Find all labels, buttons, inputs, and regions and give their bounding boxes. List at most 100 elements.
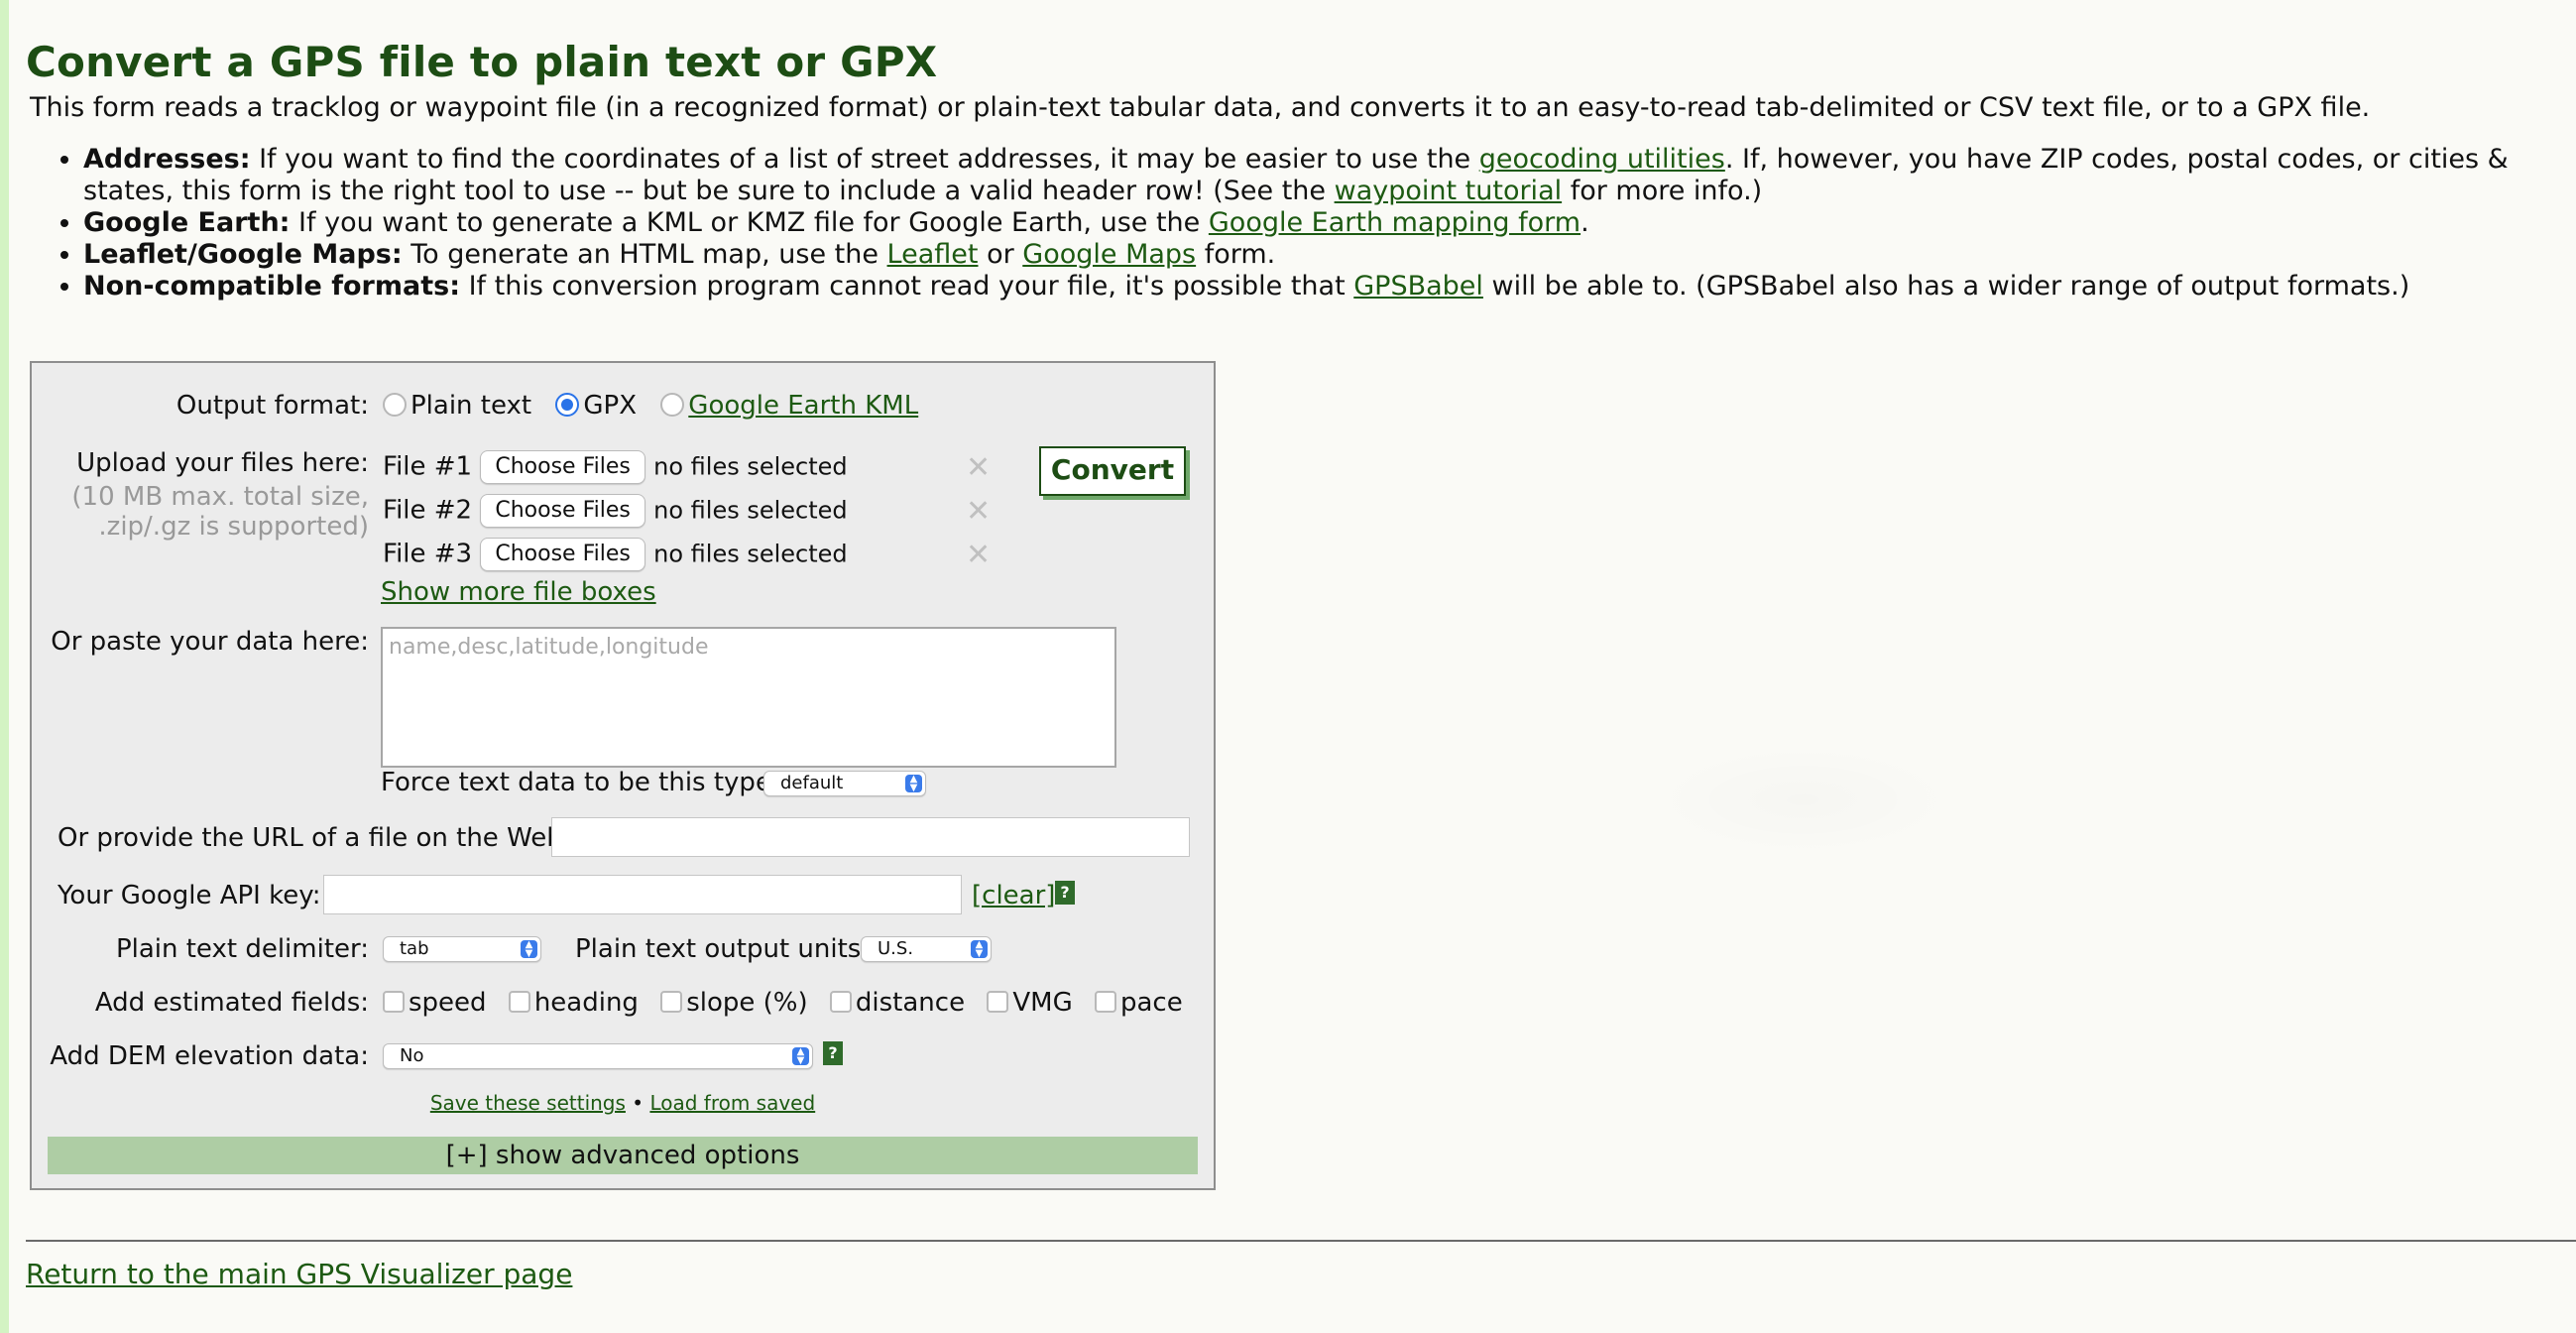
checkbox[interactable] xyxy=(1094,990,1116,1013)
checkbox-slope[interactable]: slope (%) xyxy=(660,988,808,1018)
waypoint-tutorial-link[interactable]: waypoint tutorial xyxy=(1335,176,1563,206)
units-label: Plain text output units: xyxy=(575,934,871,964)
output-format-options: Plain text GPX Google Earth KML xyxy=(383,391,918,421)
checkbox-label: VMG xyxy=(1012,988,1073,1018)
google-earth-kml-link[interactable]: Google Earth KML xyxy=(688,391,918,421)
page-title: Convert a GPS file to plain text or GPX xyxy=(26,38,938,86)
paste-data-textarea[interactable]: name,desc,latitude,longitude xyxy=(381,627,1116,768)
upload-hint-size: (10 MB max. total size, xyxy=(71,482,369,512)
select-value: default xyxy=(780,773,844,793)
checkbox[interactable] xyxy=(987,990,1009,1013)
delimiter-select[interactable]: tab ▲ ▼ xyxy=(383,936,541,962)
leaflet-link[interactable]: Leaflet xyxy=(887,239,979,270)
checkbox[interactable] xyxy=(383,990,405,1013)
checkbox-label: distance xyxy=(855,988,966,1018)
select-arrows-icon: ▲ ▼ xyxy=(971,940,988,959)
note-text: for more info.) xyxy=(1562,176,1763,206)
file-label: File #2 xyxy=(383,495,473,526)
note-label: Leaflet/Google Maps: xyxy=(83,239,403,270)
file-label: File #3 xyxy=(383,539,473,569)
units-select[interactable]: U.S. ▲ ▼ xyxy=(861,936,992,962)
google-earth-form-link[interactable]: Google Earth mapping form xyxy=(1209,207,1581,238)
radio-gpx[interactable]: GPX xyxy=(555,391,637,421)
checkbox-vmg[interactable]: VMG xyxy=(987,988,1073,1018)
upload-label: Upload your files here: xyxy=(76,448,369,478)
note-text: . xyxy=(1581,207,1589,238)
convert-button[interactable]: Convert xyxy=(1039,446,1186,496)
dem-select[interactable]: No ▲ ▼ xyxy=(383,1043,813,1069)
checkbox-pace[interactable]: pace xyxy=(1094,988,1183,1018)
file-label: File #1 xyxy=(383,451,473,482)
note-text: If this conversion program cannot read y… xyxy=(460,271,1354,302)
api-key-label: Your Google API key: xyxy=(58,881,321,910)
file-status: no files selected xyxy=(653,452,848,481)
note-non-compatible: Non-compatible formats: If this conversi… xyxy=(83,271,2534,303)
api-key-help-icon[interactable]: ? xyxy=(1055,881,1075,905)
radio-label: GPX xyxy=(583,391,638,421)
estimated-fields-options: speed heading slope (%) distance VMG pac… xyxy=(383,988,1183,1018)
file-row-1: File #1 Choose Files no files selected xyxy=(383,450,848,484)
force-type-label: Force text data to be this type: xyxy=(381,768,780,797)
note-label: Google Earth: xyxy=(83,207,291,238)
delimiter-label: Plain text delimiter: xyxy=(115,934,369,964)
note-leaflet-google-maps: Leaflet/Google Maps: To generate an HTML… xyxy=(83,239,2534,271)
radio-label: Plain text xyxy=(410,391,532,421)
checkbox-label: pace xyxy=(1119,988,1183,1018)
return-main-page-link[interactable]: Return to the main GPS Visualizer page xyxy=(26,1258,572,1290)
output-format-label: Output format: xyxy=(176,391,369,421)
choose-files-button-2[interactable]: Choose Files xyxy=(480,494,645,528)
divider xyxy=(26,1240,2576,1242)
checkbox[interactable] xyxy=(508,990,530,1013)
note-text: will be able to. (GPSBabel also has a wi… xyxy=(1482,271,2410,302)
dem-label: Add DEM elevation data: xyxy=(50,1041,369,1071)
geocoding-utilities-link[interactable]: geocoding utilities xyxy=(1479,144,1725,175)
select-value: U.S. xyxy=(878,938,914,959)
settings-separator: • xyxy=(632,1091,644,1115)
note-google-earth: Google Earth: If you want to generate a … xyxy=(83,207,2534,239)
note-addresses: Addresses: If you want to find the coord… xyxy=(83,144,2534,207)
force-type-select[interactable]: default ▲ ▼ xyxy=(763,771,926,796)
note-label: Addresses: xyxy=(83,144,251,175)
checkbox-distance[interactable]: distance xyxy=(829,988,966,1018)
remove-file-2-icon[interactable]: ✕ xyxy=(966,494,991,529)
note-label: Non-compatible formats: xyxy=(83,271,461,302)
radio-google-earth-kml[interactable]: Google Earth KML xyxy=(660,391,918,421)
checkbox[interactable] xyxy=(660,990,683,1013)
paste-placeholder: name,desc,latitude,longitude xyxy=(389,635,709,660)
clear-api-key-link[interactable]: [clear] xyxy=(972,881,1055,910)
select-value: tab xyxy=(400,938,429,959)
url-input[interactable] xyxy=(551,817,1190,857)
google-maps-link[interactable]: Google Maps xyxy=(1022,239,1196,270)
note-text: If you want to generate a KML or KMZ fil… xyxy=(290,207,1209,238)
estimated-fields-label: Add estimated fields: xyxy=(94,988,369,1018)
api-key-input[interactable] xyxy=(323,875,962,914)
select-arrows-icon: ▲ ▼ xyxy=(905,775,922,793)
dem-help-icon[interactable]: ? xyxy=(823,1041,843,1065)
settings-links: Save these settings • Load from saved xyxy=(32,1091,1214,1115)
radio-button-selected[interactable] xyxy=(555,392,580,417)
checkbox-heading[interactable]: heading xyxy=(508,988,639,1018)
gpsbabel-link[interactable]: GPSBabel xyxy=(1353,271,1483,302)
radio-button[interactable] xyxy=(660,392,685,417)
radio-plain-text[interactable]: Plain text xyxy=(383,391,531,421)
checkbox[interactable] xyxy=(829,990,852,1013)
remove-file-1-icon[interactable]: ✕ xyxy=(966,450,991,485)
file-row-3: File #3 Choose Files no files selected xyxy=(383,538,848,571)
file-row-2: File #2 Choose Files no files selected xyxy=(383,494,848,528)
left-accent-stripe xyxy=(0,0,9,1333)
note-text: To generate an HTML map, use the xyxy=(402,239,887,270)
choose-files-button-3[interactable]: Choose Files xyxy=(480,538,645,571)
show-more-file-boxes-link[interactable]: Show more file boxes xyxy=(381,577,656,607)
checkbox-speed[interactable]: speed xyxy=(383,988,487,1018)
remove-file-3-icon[interactable]: ✕ xyxy=(966,538,991,572)
select-arrows-icon: ▲ ▼ xyxy=(792,1047,809,1066)
radio-button[interactable] xyxy=(383,392,407,417)
show-advanced-options-button[interactable]: [+] show advanced options xyxy=(48,1137,1198,1174)
save-settings-link[interactable]: Save these settings xyxy=(430,1091,626,1115)
paste-label: Or paste your data here: xyxy=(51,627,369,657)
notes-list: Addresses: If you want to find the coord… xyxy=(56,144,2534,303)
select-arrows-icon: ▲ ▼ xyxy=(521,940,537,959)
load-settings-link[interactable]: Load from saved xyxy=(649,1091,815,1115)
choose-files-button-1[interactable]: Choose Files xyxy=(480,450,645,484)
conversion-form: Output format: Plain text GPX Google Ear… xyxy=(30,361,1216,1190)
